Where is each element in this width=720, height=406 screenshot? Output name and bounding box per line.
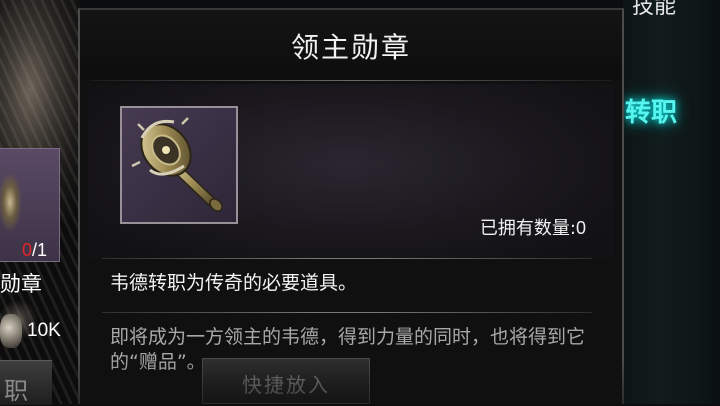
job-change-tab[interactable]: 转职 <box>625 92 677 129</box>
right-menu-panel <box>623 0 720 404</box>
owned-count-value: 0 <box>575 218 586 238</box>
coin-icon <box>0 314 22 348</box>
material-count: 0/1 <box>22 240 47 261</box>
header-divider <box>90 80 612 81</box>
item-detail-popup: 领主勋章 已拥有数量:0 韦德转职为传奇的必要道具。 即将成为一方领主的韦德，得… <box>78 8 624 404</box>
material-count-need: /1 <box>32 240 48 260</box>
material-count-have: 0 <box>22 240 33 260</box>
job-change-button[interactable]: 职 <box>0 360 52 405</box>
quick-place-button[interactable]: 快捷放入 <box>202 358 370 404</box>
material-name: 勋章 <box>0 272 42 296</box>
popup-header: 领主勋章 <box>80 10 622 80</box>
owned-count-label: 已拥有数量: <box>479 218 576 239</box>
medal-thumbnail-icon <box>0 167 28 237</box>
quick-place-button-label: 快捷放入 <box>242 373 330 397</box>
section-divider <box>102 312 592 313</box>
cost-value: 10K <box>27 320 61 341</box>
skills-tab[interactable]: 技能 <box>632 0 676 20</box>
job-change-button-label: 职 <box>4 377 28 405</box>
owned-count: 已拥有数量:0 <box>480 214 586 240</box>
lord-medal-scepter-icon <box>131 117 223 212</box>
item-icon-frame <box>120 106 238 224</box>
item-description: 韦德转职为传奇的必要道具。 <box>110 272 358 294</box>
popup-title: 领主勋章 <box>290 31 411 64</box>
section-divider <box>102 258 592 259</box>
